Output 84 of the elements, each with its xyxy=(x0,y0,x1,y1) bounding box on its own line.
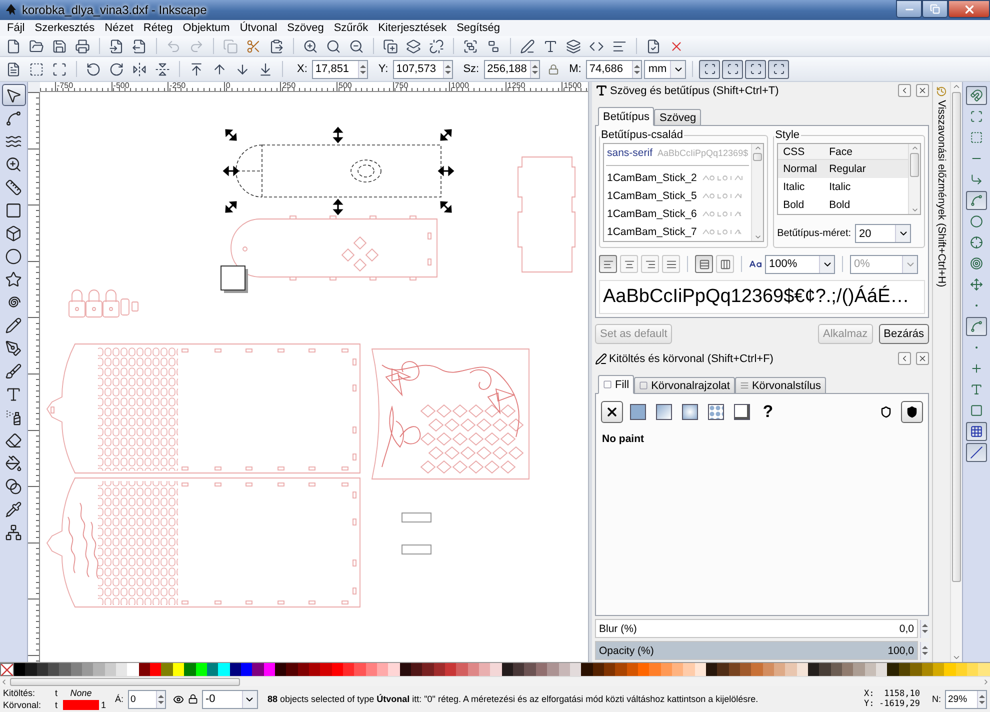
fill-indicator: t xyxy=(55,688,59,698)
zoom-field[interactable]: 29% xyxy=(945,690,987,708)
stroke-indicator: t xyxy=(55,700,59,710)
menu-item[interactable]: Szűrők xyxy=(328,20,374,36)
stroke-label: Körvonal: xyxy=(3,700,42,710)
field-label: Betűtípus-méret: xyxy=(777,228,851,239)
slider-value: 100,0 xyxy=(888,644,914,656)
ruler-label: 250 xyxy=(282,82,296,90)
table-cell-text: Italic xyxy=(828,181,852,193)
field-label: Sz: xyxy=(463,63,480,75)
fill-label: Kitöltés: xyxy=(3,688,36,698)
ruler-label: 1000 xyxy=(451,82,469,90)
opacity-slider[interactable]: Opacity (%) 100,0 xyxy=(595,641,918,660)
tab[interactable]: Szöveg xyxy=(654,109,702,126)
font-preview-text: AaBbCcIiPpQq12369$€¢?.;/()ÁáÉ… xyxy=(599,280,925,314)
panel-title: Kitöltés és körvonal (Shift+Ctrl+F) xyxy=(609,352,774,364)
font-size-combobox[interactable]: 20 xyxy=(855,224,911,243)
font-family-item[interactable]: 1CamBam_Stick_7 xyxy=(604,223,752,241)
menu-item[interactable]: Nézet xyxy=(100,20,138,36)
field-label: Y: xyxy=(378,63,388,75)
menu-item[interactable]: Segítség xyxy=(452,20,505,36)
line-spacing-combobox[interactable]: 100% xyxy=(765,254,835,274)
table-cell-text: Bold xyxy=(828,199,852,211)
ruler-label: 750 xyxy=(394,82,408,90)
unset-paint-button[interactable]: ? xyxy=(757,401,779,423)
menu-item[interactable]: Útvonal xyxy=(234,20,282,36)
group-label: Betűtípus-család xyxy=(600,129,684,141)
font-family-item[interactable]: 1CamBam_Stick_5 xyxy=(604,187,752,205)
coordinate-label: Y: xyxy=(864,699,876,709)
column-header: Face xyxy=(828,146,854,158)
number-field[interactable]: 107,573 xyxy=(393,60,454,78)
field-label: X: xyxy=(297,63,308,75)
number-field[interactable]: 256,188 xyxy=(484,60,540,78)
column-header: CSS xyxy=(782,146,806,158)
coordinate-value: -1619,29 xyxy=(878,699,920,709)
ruler-label: 0 xyxy=(226,82,230,90)
dialog-button[interactable]: Bezárás xyxy=(878,324,929,344)
field-label: M: xyxy=(569,63,582,75)
opacity-field[interactable]: 0 xyxy=(128,690,166,708)
slider-value: 0,0 xyxy=(899,622,914,634)
ruler-label: 500 xyxy=(338,82,352,90)
layer-select[interactable]: -0 xyxy=(202,690,258,708)
history-tab[interactable]: Visszavonási előzmények (Shift+Ctrl+H) xyxy=(932,82,950,662)
tab[interactable]: Betűtípus xyxy=(598,107,654,126)
ruler-label: -500 xyxy=(113,82,130,90)
coordinate-value: 1158,10 xyxy=(883,689,920,699)
window-title: korobka_dlya_vina3.dxf - Inkscape xyxy=(21,3,208,17)
table-cell-text: Italic xyxy=(782,181,806,193)
blur-slider[interactable]: Blur (%) 0,0 xyxy=(595,619,918,638)
font-family-item[interactable]: 1CamBam_Stick_6 xyxy=(604,205,752,223)
number-field[interactable]: 17,851 xyxy=(312,60,368,78)
ruler-label: 1250 xyxy=(507,82,526,90)
font-family-item[interactable]: sans-serif AaBbCcIiPpQq12369$ xyxy=(604,144,752,162)
ruler-label: -750 xyxy=(57,82,74,90)
coordinate-label: X: xyxy=(864,689,876,699)
menu-item[interactable]: Réteg xyxy=(138,20,178,36)
number-field[interactable]: 74,686 xyxy=(586,60,642,78)
ruler-label: -250 xyxy=(170,82,186,90)
paint-status-text: No paint xyxy=(601,432,645,447)
table-cell-text: Bold xyxy=(782,199,806,211)
field-label: N: xyxy=(932,694,941,704)
ruler-label: 1500 xyxy=(564,82,582,90)
slider-label: Blur (%) xyxy=(599,622,637,634)
group-label: Style xyxy=(774,129,801,141)
fill-value: None xyxy=(69,688,93,698)
style-row[interactable]: Normal Regular xyxy=(778,160,908,178)
menu-item[interactable]: Szerkesztés xyxy=(30,20,100,36)
tab[interactable]: Fill xyxy=(598,375,634,394)
menu-item[interactable]: Kiterjesztések xyxy=(373,20,452,36)
menu-item[interactable]: Fájl xyxy=(2,20,30,36)
menu-item[interactable]: Szöveg xyxy=(282,20,329,36)
field-label: Á: xyxy=(115,694,124,704)
unit-select[interactable]: mm xyxy=(644,60,686,78)
table-cell-text: Regular xyxy=(828,163,867,175)
slider-label: Opacity (%) xyxy=(599,644,654,656)
menu-item[interactable]: Objektum xyxy=(178,20,235,36)
stroke-width-text: 1 xyxy=(100,700,105,710)
table-cell-text: Normal xyxy=(782,163,818,175)
tab[interactable]: Körvonalstílus xyxy=(734,377,826,394)
status-message: 88 objects selected of type Útvonal itt: "0" réteg. A méretezési és az elforgatási mód közti váltáshoz kattintson a kijelölésre. xyxy=(268,694,760,704)
tab[interactable]: Körvonalrajzolat xyxy=(634,377,735,394)
font-sample-text: AaBbCcIiPpQq12369$ xyxy=(658,148,748,158)
font-family-item[interactable]: 1CamBam_Stick_2 xyxy=(604,169,752,187)
panel-title: Szöveg és betűtípus (Shift+Ctrl+T) xyxy=(610,84,780,96)
